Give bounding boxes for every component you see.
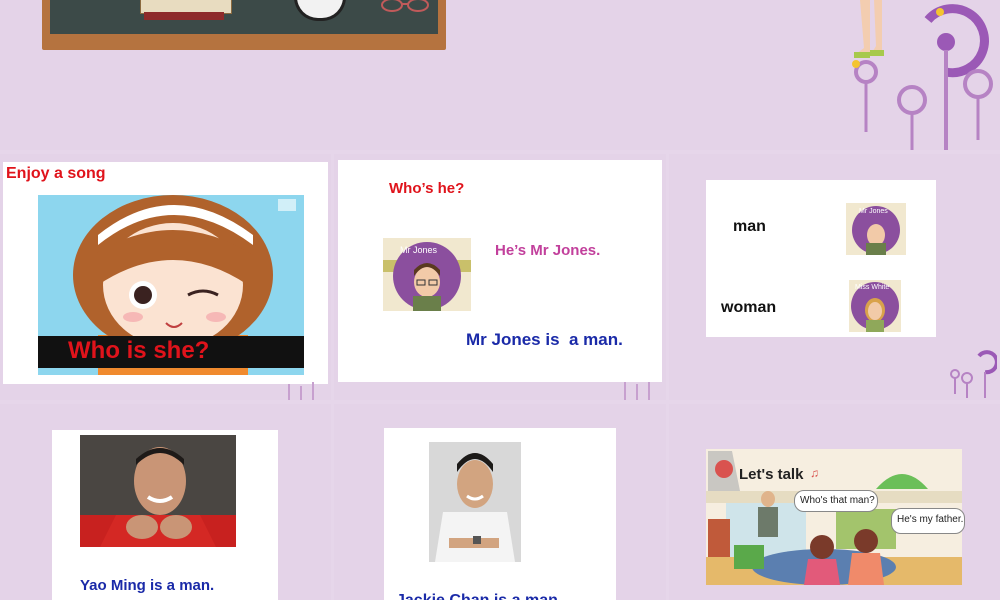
- word-woman: woman: [721, 299, 777, 316]
- slide-man-woman[interactable]: man woman Mr Jones Miss White: [669, 154, 1000, 400]
- caption-jackie: Jackie Chan is a man.: [396, 592, 562, 600]
- slide-whos-he[interactable]: Who’s he? Mr Jones He’s Mr Jones. Mr Jon…: [334, 154, 666, 400]
- flower-decoration-small: [947, 350, 999, 398]
- jackie-chan-photo: [429, 442, 521, 562]
- slide-jackie-chan[interactable]: Jackie Chan is a man.: [334, 404, 666, 600]
- flower-decoration: [850, 0, 1000, 150]
- top-slide[interactable]: [0, 0, 1000, 150]
- statement-text: Mr Jones is a man.: [466, 330, 623, 349]
- word-man: man: [733, 218, 766, 235]
- label-woman: Miss White: [855, 284, 890, 291]
- chalkboard: [42, 0, 446, 50]
- label-man: Mr Jones: [859, 208, 888, 215]
- banner-text: Who is she?: [68, 337, 210, 364]
- yao-ming-photo: [80, 435, 236, 547]
- bubble1-text: Who's that man?: [800, 495, 875, 506]
- answer-text: He’s Mr Jones.: [495, 242, 601, 259]
- slide-enjoy-song[interactable]: Enjoy a song Who is she?: [0, 154, 331, 400]
- bubble2-text: He's my father.: [897, 514, 964, 525]
- speaker-icon: ♫: [810, 466, 819, 480]
- slide-yao-ming[interactable]: Yao Ming is a man.: [0, 404, 331, 600]
- caption-yao: Yao Ming is a man.: [80, 577, 215, 594]
- slide-lets-talk[interactable]: Let's talk ♫ Who's that man? He's my fat…: [669, 404, 1000, 600]
- portrait-label: Mr Jones: [400, 245, 438, 255]
- lets-talk-title: Let's talk: [739, 466, 804, 483]
- slide-heading: Enjoy a song: [6, 165, 106, 182]
- glasses-icon: [380, 0, 432, 12]
- question-text: Who’s he?: [389, 180, 465, 197]
